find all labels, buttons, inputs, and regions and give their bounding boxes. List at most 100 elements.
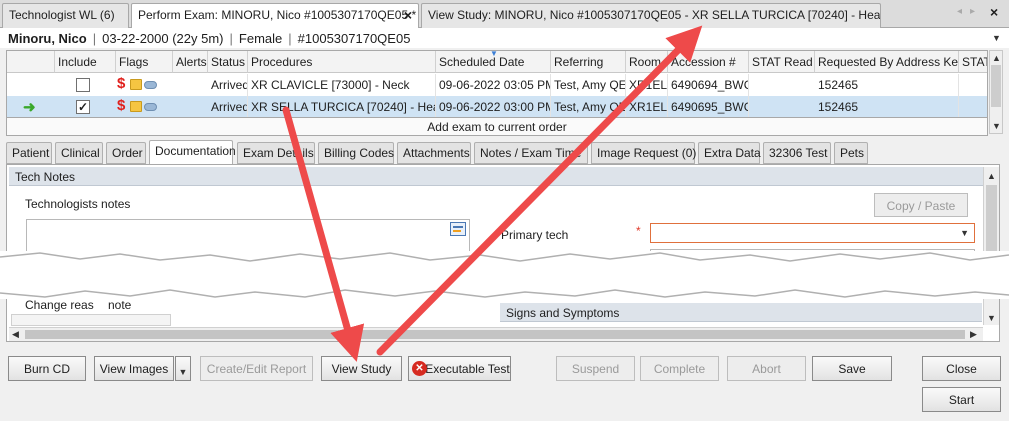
tab-pets[interactable]: Pets [834, 142, 868, 164]
tab-billing-codes[interactable]: Billing Codes [318, 142, 394, 164]
col-status[interactable]: Status [208, 51, 248, 73]
tab-clinical[interactable]: Clinical [55, 142, 103, 164]
scroll-up-icon[interactable]: ▲ [987, 171, 996, 181]
col-requested-by-address-key[interactable]: Requested By Address Key [815, 51, 959, 73]
scroll-right-icon[interactable]: ▶ [970, 329, 977, 340]
view-study-button[interactable]: View Study [321, 356, 402, 381]
row-status: Arrived [208, 74, 248, 96]
col-accession[interactable]: Accession # [668, 51, 749, 73]
include-checkbox[interactable]: ✓ [76, 100, 90, 114]
scroll-left-icon[interactable]: ◀ [12, 329, 19, 340]
col-procedures[interactable]: Procedures [248, 51, 436, 73]
banner-expand-icon[interactable]: ▼ [992, 33, 1001, 43]
tab-exam-details[interactable]: Exam Details [237, 142, 315, 164]
exam-grid: Include Flags Alerts Status Procedures S… [6, 50, 988, 118]
link-flag-icon [144, 81, 157, 89]
tab-32306-test[interactable]: 32306 Test [763, 142, 831, 164]
folder-flag-icon [130, 101, 142, 112]
patient-dob: 03-22-2000 (22y 5m) [102, 31, 224, 46]
view-images-button[interactable]: View Images [94, 356, 174, 381]
grid-header-indicator [7, 51, 55, 73]
change-reason-field[interactable] [11, 314, 171, 326]
start-button[interactable]: Start [922, 387, 1001, 412]
panel-horizontal-scrollbar[interactable]: ◀ ▶ [9, 327, 983, 341]
row-accession: 6490695_BWC [668, 96, 749, 117]
sort-indicator-icon: ▼ [490, 50, 498, 58]
window-close-icon[interactable]: × [990, 4, 998, 20]
tab-scroll-right-icon[interactable]: ▸ [970, 6, 975, 17]
tab-attachments[interactable]: Attachments [397, 142, 471, 164]
add-exam-link[interactable]: Add exam to current order [6, 118, 988, 136]
row-address-key: 152465 [815, 74, 959, 96]
torn-edge-overlay [0, 251, 1009, 299]
tech-notes-header: Tech Notes [9, 167, 983, 186]
complete-button[interactable]: Complete [640, 356, 719, 381]
col-room[interactable]: Room [626, 51, 668, 73]
change-reason-label: Change reas [25, 298, 94, 312]
col-referring[interactable]: Referring [551, 51, 626, 73]
technologists-notes-textarea[interactable] [26, 219, 470, 255]
scroll-down-icon[interactable]: ▼ [992, 121, 1001, 131]
row-room: XR1EL [626, 74, 668, 96]
col-stat[interactable]: STAT [959, 51, 987, 73]
chevron-down-icon[interactable]: ▼ [960, 228, 969, 238]
billing-flag-icon: $ [117, 75, 126, 92]
save-button[interactable]: Save [812, 356, 892, 381]
col-alerts[interactable]: Alerts [173, 51, 208, 73]
col-include[interactable]: Include [55, 51, 116, 73]
folder-flag-icon [130, 79, 142, 90]
tab-notes-exam-time[interactable]: Notes / Exam Time [474, 142, 588, 164]
patient-name: Minoru, Nico [8, 31, 87, 46]
panel-vertical-scrollbar[interactable]: ▲ ▼ [983, 167, 999, 325]
error-icon: ✕ [412, 361, 427, 376]
chevron-down-icon: ▼ [178, 367, 188, 377]
technologists-notes-label: Technologists notes [25, 197, 131, 211]
tab-extra-data[interactable]: Extra Data [698, 142, 761, 164]
scroll-up-icon[interactable]: ▲ [992, 53, 1001, 63]
copy-paste-button[interactable]: Copy / Paste [874, 193, 968, 217]
scroll-thumb[interactable] [986, 185, 997, 255]
tab-documentation[interactable]: Documentation [149, 140, 236, 165]
row-address-key: 152465 [815, 96, 959, 117]
row-procedure: XR SELLA TURCICA [70240] - Head [248, 96, 436, 117]
scroll-thumb[interactable] [991, 65, 1001, 107]
row-status: Arrived [208, 96, 248, 117]
table-row[interactable]: ➜ ✓ $ Arrived XR SELLA TURCICA [70240] -… [7, 96, 987, 117]
tab-order[interactable]: Order [106, 142, 146, 164]
tab-patient[interactable]: Patient [6, 142, 52, 164]
primary-tech-select[interactable]: ▼ [650, 223, 975, 243]
table-row[interactable]: $ Arrived XR CLAVICLE [73000] - Neck 09-… [7, 74, 987, 96]
scroll-thumb[interactable] [25, 330, 965, 339]
tab-image-request[interactable]: Image Request (0) [591, 142, 696, 164]
primary-tech-label: Primary tech [501, 228, 569, 242]
burn-cd-button[interactable]: Burn CD [8, 356, 86, 381]
patient-banner: Minoru, Nico | 03-22-2000 (22y 5m) | Female |… [0, 28, 1009, 48]
col-stat-read[interactable]: STAT Read [749, 51, 815, 73]
row-scheduled: 09-06-2022 03:00 PM [436, 96, 551, 117]
row-room: XR1EL [626, 96, 668, 117]
scroll-down-icon[interactable]: ▼ [987, 313, 996, 323]
tab-perform-exam[interactable]: Perform Exam: MINORU, Nico #1005307170QE… [131, 3, 419, 29]
tab-scroll-left-icon[interactable]: ◂ [957, 6, 962, 17]
tab-technologist-worklist[interactable]: Technologist WL (6) [2, 3, 129, 28]
col-flags[interactable]: Flags [116, 51, 173, 73]
close-icon[interactable]: × [404, 7, 412, 23]
view-images-dropdown[interactable]: ▼ [175, 356, 191, 381]
row-scheduled: 09-06-2022 03:05 PM [436, 74, 551, 96]
edit-note-icon[interactable] [450, 222, 466, 236]
row-referring: Test, Amy QE [551, 96, 626, 117]
grid-scrollbar[interactable]: ▲ ▼ [989, 50, 1003, 134]
tab-view-study[interactable]: View Study: MINORU, Nico #1005307170QE05… [421, 3, 881, 28]
current-row-arrow-icon: ➜ [23, 99, 36, 116]
billing-flag-icon: $ [117, 97, 126, 114]
required-marker: * [636, 224, 641, 238]
suspend-button[interactable]: Suspend [556, 356, 635, 381]
close-button[interactable]: Close [922, 356, 1001, 381]
include-checkbox[interactable] [76, 78, 90, 92]
create-edit-report-button[interactable]: Create/Edit Report [200, 356, 313, 381]
row-procedure: XR CLAVICLE [73000] - Neck [248, 74, 436, 96]
executable-test-button[interactable]: ✕ Executable Test [408, 356, 511, 381]
row-accession: 6490694_BWC [668, 74, 749, 96]
abort-button[interactable]: Abort [727, 356, 806, 381]
tab-perform-exam-label: Perform Exam: MINORU, Nico #1005307170QE… [138, 8, 417, 22]
